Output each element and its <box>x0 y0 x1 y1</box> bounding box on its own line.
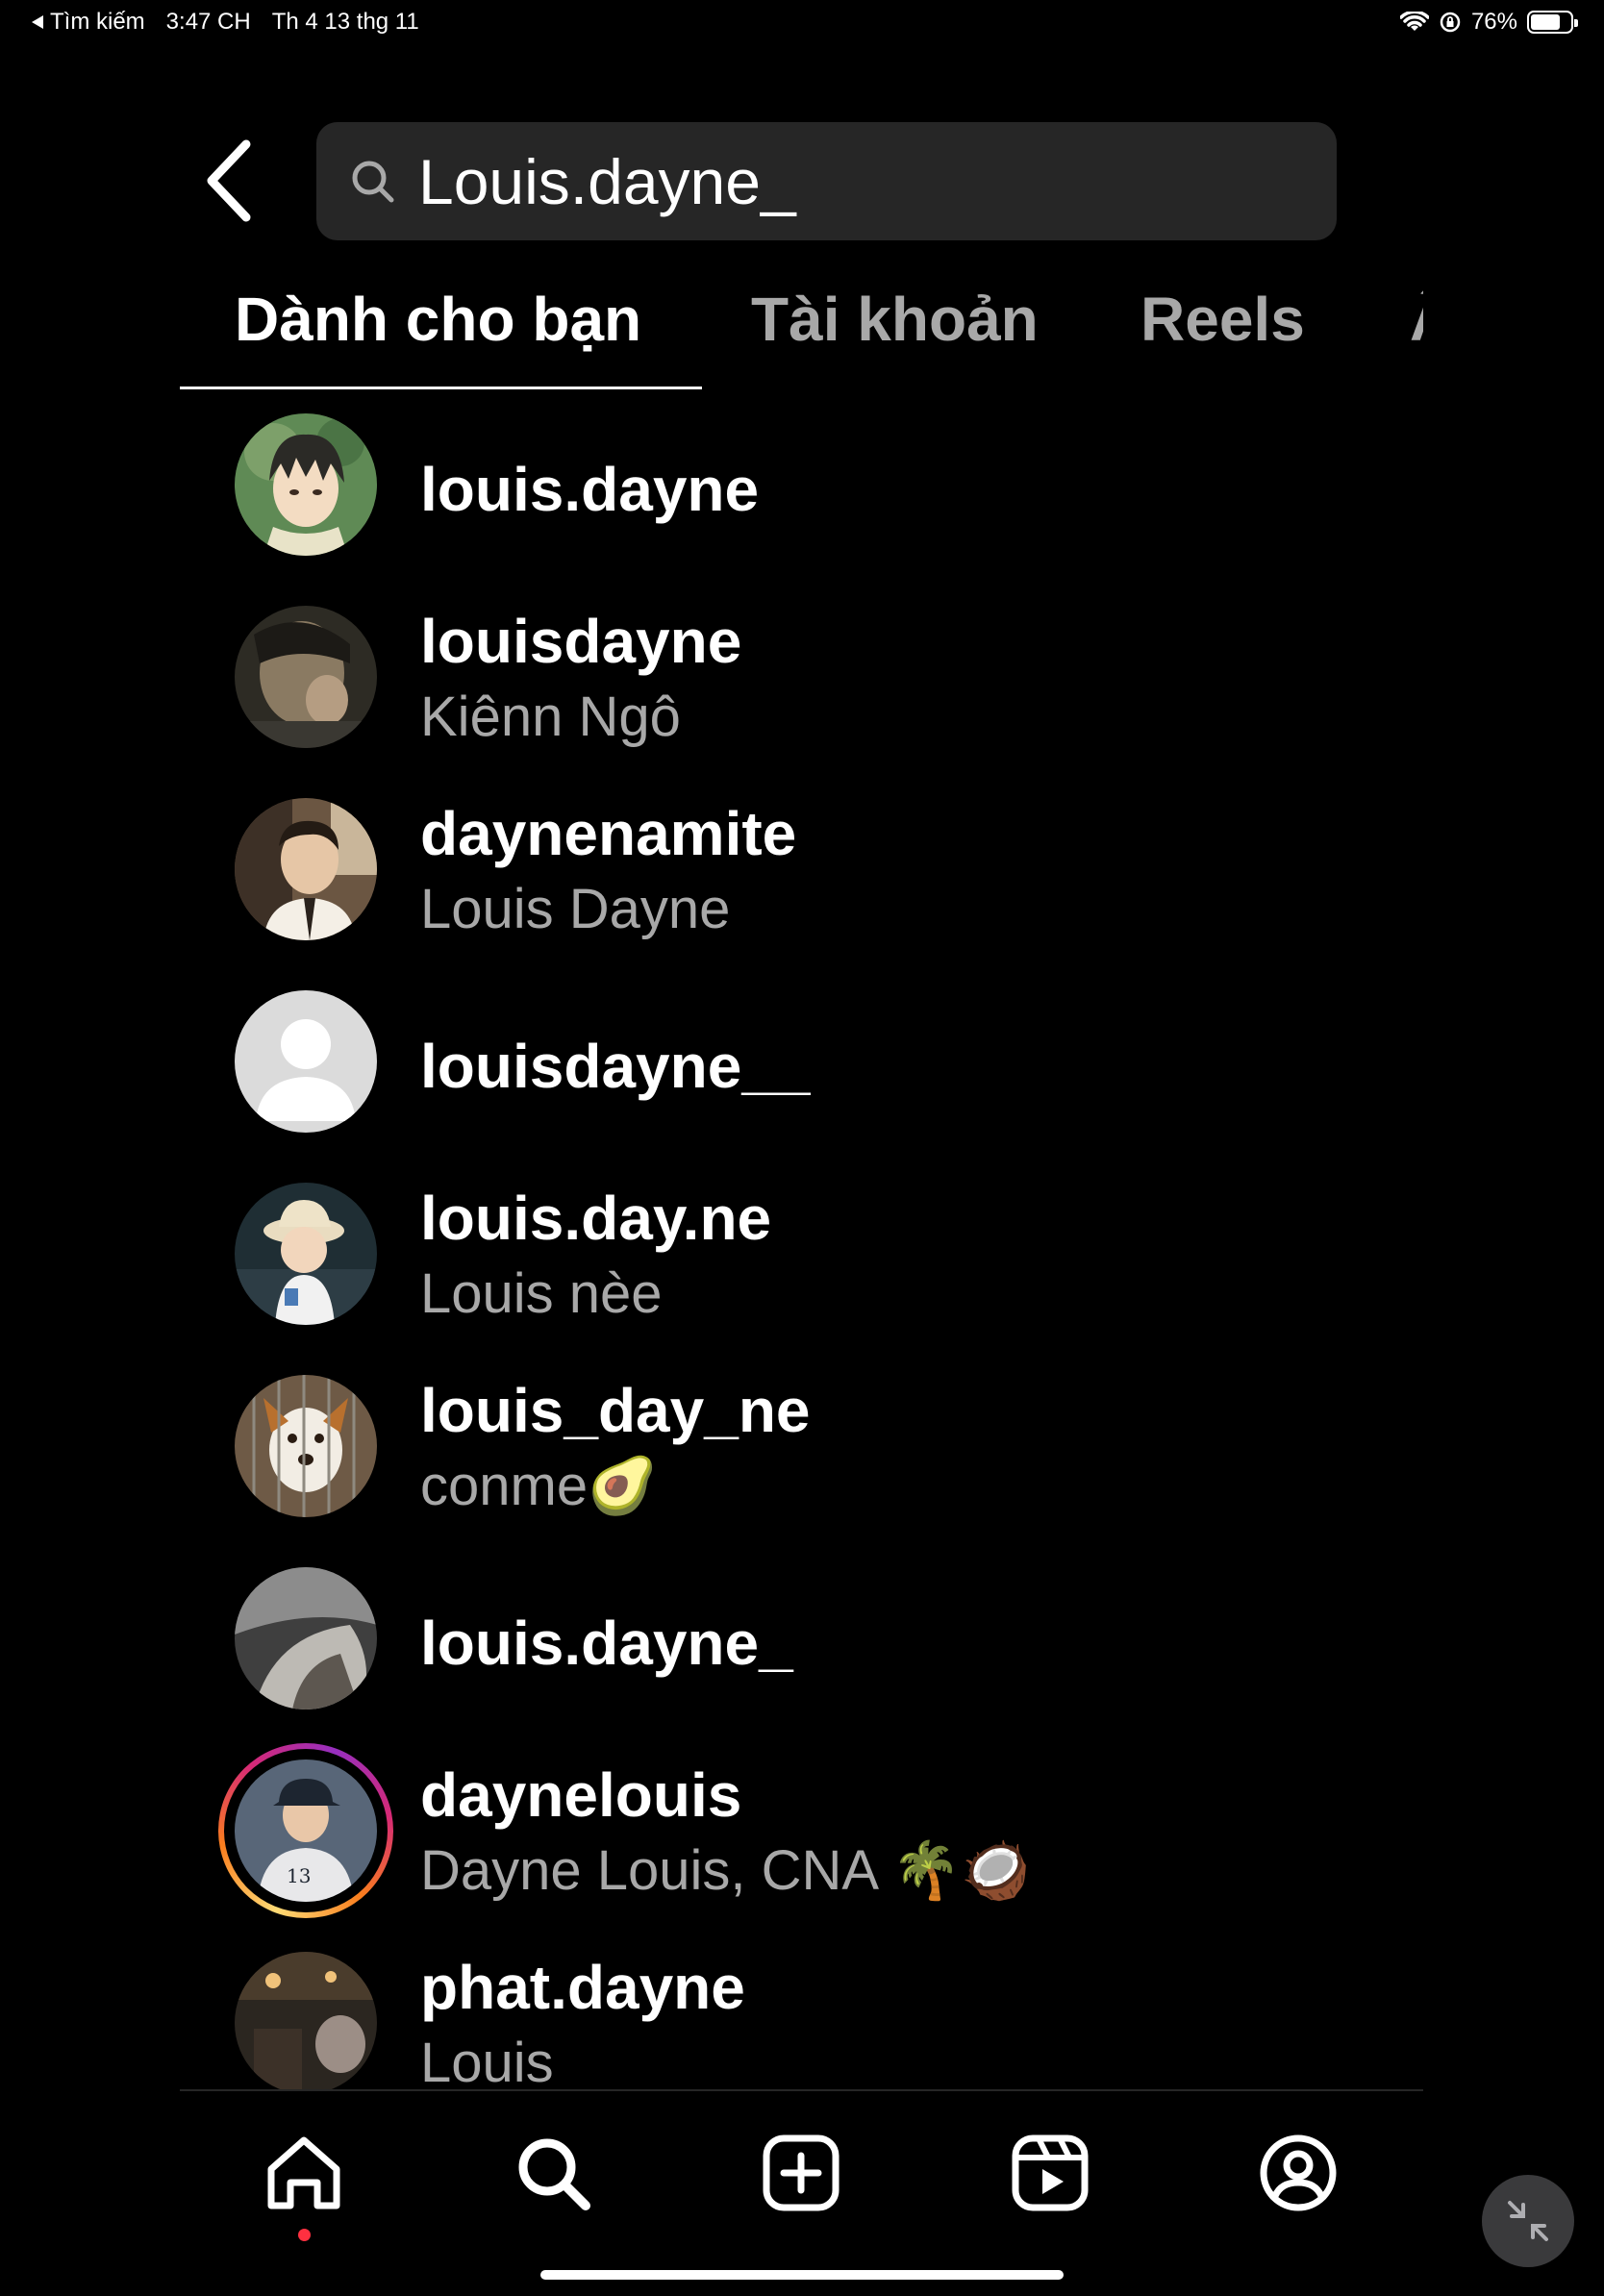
search-icon <box>352 161 394 202</box>
wifi-icon <box>1399 12 1429 31</box>
back-triangle-icon <box>32 15 43 29</box>
status-bar: Tìm kiếm 3:47 CH Th 4 13 thg 11 76% <box>0 0 1604 48</box>
avatar[interactable] <box>235 413 377 556</box>
result-fullname: Louis nèe <box>420 1262 663 1325</box>
tab-reels[interactable]: Reels <box>1140 284 1305 355</box>
avatar[interactable] <box>235 1183 377 1325</box>
orientation-lock-icon <box>1440 12 1461 33</box>
avatar[interactable] <box>235 1952 377 2091</box>
avatar[interactable] <box>235 1375 377 1517</box>
home-icon[interactable] <box>263 2133 344 2213</box>
search-results-list[interactable]: louis.dayne louisdayne Kiênn Ngô daynena… <box>0 404 1604 2091</box>
chevron-left-icon <box>207 139 251 222</box>
avatar[interactable]: 13 <box>235 1759 377 1902</box>
result-row[interactable]: phat.dayne Louis <box>235 1952 1389 2091</box>
result-username: louis_day_ne <box>420 1376 811 1445</box>
result-fullname: Louis Dayne <box>420 878 731 940</box>
search-tabs: Dành cho bạn Tài khoản Reels Âm thanh <box>180 274 1423 389</box>
result-username: phat.dayne <box>420 1953 745 2022</box>
result-username: louisdayne <box>420 607 742 676</box>
active-tab-indicator <box>180 387 702 389</box>
result-username: louis.dayne <box>420 455 760 524</box>
avatar[interactable] <box>235 990 377 1133</box>
create-icon[interactable] <box>761 2133 841 2213</box>
result-row[interactable]: 13 daynelouis Dayne Louis, CNA 🌴🥥 <box>218 1743 1389 1918</box>
result-row[interactable]: daynenamite Louis Dayne <box>235 798 1389 942</box>
avatar[interactable] <box>235 798 377 940</box>
avatar[interactable] <box>235 606 377 748</box>
result-username: louisdayne__ <box>420 1032 811 1101</box>
result-username: louis.dayne_ <box>420 1609 793 1678</box>
notification-dot <box>298 2229 311 2241</box>
result-fullname: Dayne Louis, CNA 🌴🥥 <box>420 1839 1031 1902</box>
tab-accounts[interactable]: Tài khoản <box>751 284 1039 355</box>
minimize-window-button[interactable] <box>1482 2175 1574 2267</box>
search-icon[interactable] <box>513 2133 593 2213</box>
default-avatar-icon <box>235 990 377 1133</box>
battery-percent: 76% <box>1470 9 1517 35</box>
result-username: daynelouis <box>420 1760 742 1830</box>
home-indicator[interactable] <box>540 2270 1064 2280</box>
bottom-nav-divider <box>180 2089 1423 2091</box>
reels-icon[interactable] <box>1010 2133 1090 2213</box>
result-row[interactable]: louisdayne__ <box>235 990 1389 1135</box>
result-fullname: Kiênn Ngô <box>420 686 681 748</box>
status-time: 3:47 CH <box>165 9 251 35</box>
back-app-label: Tìm kiếm <box>50 9 145 35</box>
tab-audio[interactable]: Âm thanh <box>1410 284 1423 355</box>
result-username: louis.day.ne <box>420 1184 772 1253</box>
tab-for-you[interactable]: Dành cho bạn <box>235 284 641 355</box>
avatar[interactable] <box>235 1567 377 1710</box>
result-row[interactable]: louis.day.ne Louis nèe <box>235 1183 1389 1327</box>
result-row[interactable]: louisdayne Kiênn Ngô <box>235 606 1389 750</box>
search-bar[interactable] <box>316 122 1337 240</box>
profile-icon[interactable] <box>1258 2133 1339 2213</box>
result-fullname: Louis <box>420 2032 554 2091</box>
back-to-app-link[interactable]: Tìm kiếm <box>31 9 145 36</box>
shrink-arrows-icon <box>1508 2201 1548 2241</box>
result-fullname: conme🥑 <box>420 1455 658 1517</box>
result-row[interactable]: louis.dayne_ <box>235 1567 1389 1711</box>
result-row[interactable]: louis.dayne <box>235 413 1389 558</box>
result-row[interactable]: louis_day_ne conme🥑 <box>235 1375 1389 1519</box>
battery-icon <box>1527 11 1578 34</box>
svg-text:13: 13 <box>287 1864 311 1887</box>
back-button[interactable] <box>202 133 279 229</box>
status-date: Th 4 13 thg 11 <box>271 9 419 35</box>
search-input[interactable] <box>418 144 1284 218</box>
result-username: daynenamite <box>420 799 797 868</box>
